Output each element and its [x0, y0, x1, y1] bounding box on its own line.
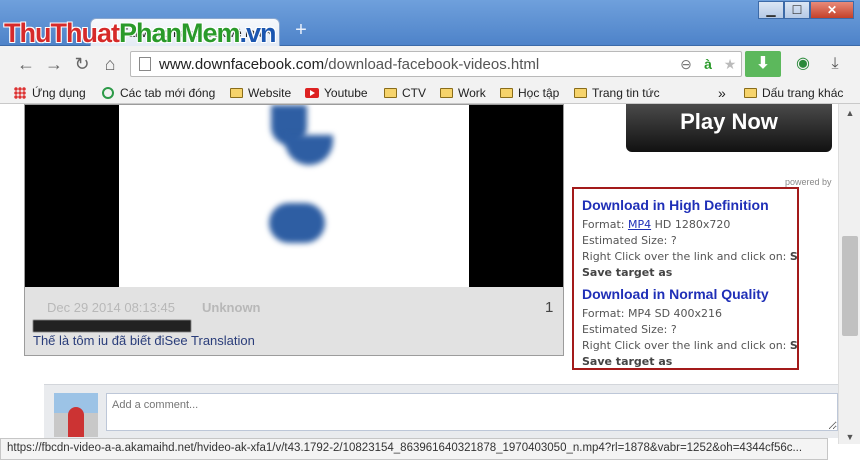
hd-size: Estimated Size: ? [582, 234, 677, 247]
avatar [54, 393, 98, 437]
download-normal-link[interactable]: Download in Normal Quality [582, 286, 769, 302]
scroll-up-icon[interactable]: ▲ [843, 106, 857, 120]
status-bar: https://fbcdn-video-a-a.akamaihd.net/hvi… [0, 438, 828, 460]
url-domain: www.downfacebook.com [159, 56, 325, 73]
page-icon [139, 57, 151, 71]
bookmark-trang-tin-tuc[interactable]: Trang tin tức [574, 84, 660, 102]
home-button[interactable]: ⌂ [98, 52, 122, 76]
video-frame [119, 105, 469, 287]
translate-icon[interactable]: à [699, 55, 717, 73]
folder-icon [440, 88, 453, 98]
watermark-part4: .vn [239, 18, 277, 48]
scrollbar-thumb[interactable] [842, 236, 858, 336]
nq-format: Format: MP4 SD 400x216 [582, 307, 723, 320]
bookmark-website[interactable]: Website [230, 84, 291, 102]
zoom-icon[interactable]: ⊖ [677, 55, 695, 73]
reload-button[interactable]: ↻ [70, 52, 94, 76]
bookmark-apps[interactable]: Ứng dụng [14, 84, 86, 102]
url-text[interactable]: www.downfacebook.com/download-facebook-v… [159, 56, 539, 73]
scroll-down-icon[interactable]: ▼ [843, 430, 857, 444]
folder-icon [384, 88, 397, 98]
bookmark-work[interactable]: Work [440, 84, 486, 102]
hd-save-target: Save target as [582, 266, 673, 279]
back-button[interactable]: ← [14, 52, 38, 76]
page-content: Dec 29 2014 08:13:45 Unknown 1 Thế là tô… [0, 104, 838, 438]
folder-icon [500, 88, 513, 98]
download-icon[interactable]: ⤓ [824, 53, 846, 75]
forward-button[interactable]: → [42, 52, 66, 76]
bookmark-recent-tabs[interactable]: Các tab mới đóng [102, 84, 215, 102]
new-tab-button[interactable]: + [290, 20, 312, 42]
download-hd-link[interactable]: Download in High Definition [582, 197, 769, 213]
hd-format-link[interactable]: MP4 [628, 218, 651, 231]
hd-format: Format: MP4 HD 1280x720 [582, 218, 731, 231]
watermark-part3: PhanMem [118, 18, 241, 48]
recent-tabs-icon [102, 87, 114, 99]
bookmark-other[interactable]: Dấu trang khác [744, 84, 843, 102]
download-options-box: Download in High Definition Format: MP4 … [572, 187, 799, 370]
site-watermark: ThuThuatPhanMem.vn [4, 18, 277, 49]
window-controls: ▁ ☐ ✕ [758, 1, 854, 19]
bookmark-hoc-tap[interactable]: Học tập [500, 84, 559, 102]
comment-input[interactable] [106, 393, 838, 431]
redacted-text [33, 320, 191, 332]
video-shape [285, 135, 333, 165]
nq-size: Estimated Size: ? [582, 323, 677, 336]
apps-icon [14, 87, 26, 99]
nq-instruction: Right Click over the link and click on: … [582, 339, 798, 352]
video-caption[interactable]: Thế là tôm iu đã biết điSee Translation [33, 333, 255, 348]
address-bar[interactable]: www.downfacebook.com/download-facebook-v… [130, 51, 742, 77]
star-icon[interactable]: ★ [721, 55, 739, 73]
video-count: 1 [545, 299, 554, 316]
folder-icon [230, 88, 243, 98]
video-user: Unknown [202, 300, 261, 315]
browser-window: Tải video Facebook về máy ✕ ThuThuatPhan… [0, 0, 860, 465]
video-date: Dec 29 2014 08:13:45 [47, 300, 175, 315]
hd-instruction: Right Click over the link and click on: … [582, 250, 798, 263]
bookmarks-bar: Ứng dụng Các tab mới đóng Website Youtub… [0, 82, 860, 104]
url-path: /download-facebook-videos.html [324, 56, 540, 73]
comment-section [44, 384, 838, 438]
youtube-icon [305, 88, 319, 98]
close-window-button[interactable]: ✕ [810, 1, 854, 19]
folder-icon [744, 88, 757, 98]
video-card: Dec 29 2014 08:13:45 Unknown 1 Thế là tô… [24, 104, 564, 356]
bookmark-ctv[interactable]: CTV [384, 84, 426, 102]
maximize-button[interactable]: ☐ [784, 1, 810, 19]
video-shape [269, 203, 325, 243]
download-extension-icon[interactable]: ⬇ [745, 51, 781, 77]
bookmark-youtube[interactable]: Youtube [305, 84, 368, 102]
folder-icon [574, 88, 587, 98]
watermark-part2: Thuat [50, 18, 119, 48]
vertical-scrollbar[interactable]: ▲ ▼ [838, 104, 860, 444]
title-bar: Tải video Facebook về máy ✕ ThuThuatPhan… [0, 0, 860, 49]
navigation-toolbar: ← → ↻ ⌂ www.downfacebook.com/download-fa… [0, 46, 860, 82]
powered-by-label: powered by [785, 177, 832, 187]
nq-save-target: Save target as [582, 355, 673, 368]
minimize-button[interactable]: ▁ [758, 1, 784, 19]
camera-extension-icon[interactable]: ◉ [792, 53, 814, 75]
play-now-button[interactable]: Play Now [626, 104, 832, 152]
video-player[interactable] [25, 105, 563, 287]
bookmarks-overflow-button[interactable]: » [718, 84, 726, 102]
watermark-part1: Thu [4, 18, 51, 48]
